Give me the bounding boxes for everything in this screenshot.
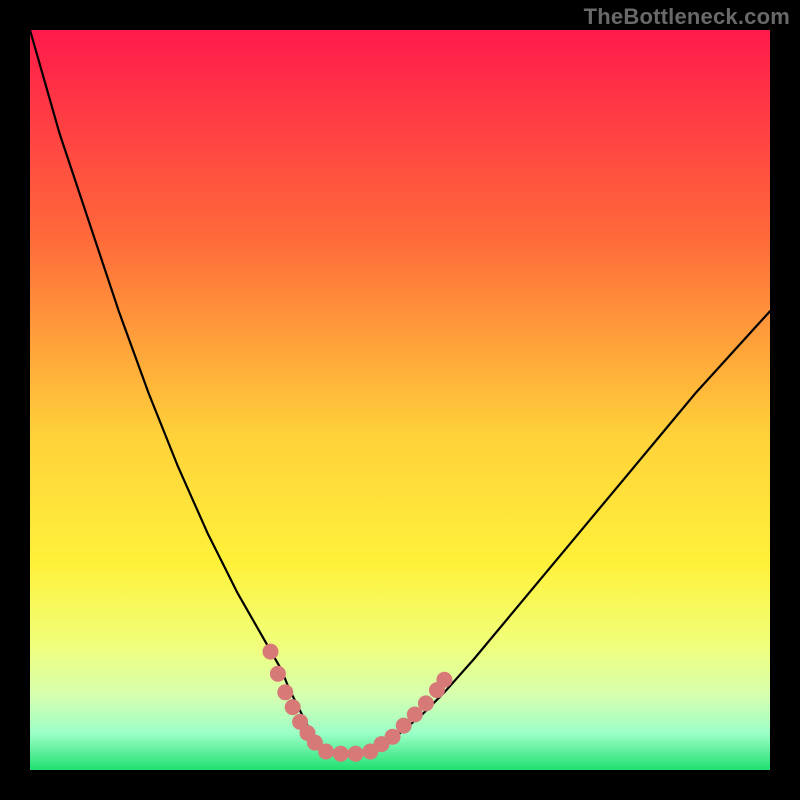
- highlight-marker: [263, 644, 279, 660]
- chart-root: TheBottleneck.com: [0, 0, 800, 800]
- highlight-marker: [418, 695, 434, 711]
- chart-svg: [30, 30, 770, 770]
- plot-area: [30, 30, 770, 770]
- highlight-marker: [333, 746, 349, 762]
- highlight-marker: [436, 672, 452, 688]
- highlight-marker: [318, 744, 334, 760]
- highlight-marker: [270, 666, 286, 682]
- highlight-marker: [348, 746, 364, 762]
- gradient-background: [30, 30, 770, 770]
- highlight-marker: [277, 684, 293, 700]
- watermark-text: TheBottleneck.com: [584, 4, 790, 30]
- highlight-marker: [285, 699, 301, 715]
